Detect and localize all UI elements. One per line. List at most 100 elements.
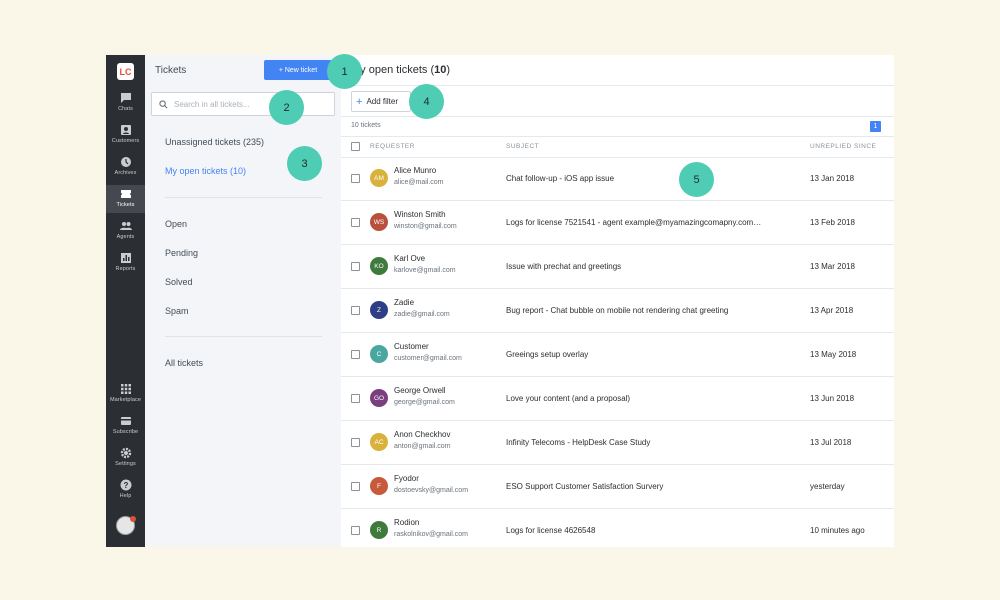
table-row[interactable]: C Customer customer@gmail.com Greeings s… (341, 333, 894, 377)
callout-5: 5 (679, 162, 714, 197)
nav-help[interactable]: ? Help (106, 476, 145, 504)
table-row[interactable]: GO George Orwell george@gmail.com Love y… (341, 377, 894, 421)
row-checkbox[interactable] (351, 218, 360, 227)
search-box[interactable] (151, 92, 335, 116)
select-all-checkbox[interactable] (351, 142, 360, 151)
column-header-requester[interactable]: REQUESTER (370, 143, 415, 150)
nav-tickets-label: Tickets (116, 202, 135, 208)
search-icon (159, 99, 168, 108)
callout-2: 2 (269, 90, 304, 125)
table-row[interactable]: F Fyodor dostoevsky@gmail.com ESO Suppor… (341, 465, 894, 509)
avatar: C (370, 345, 388, 363)
nav-chats-label: Chats (118, 106, 133, 112)
nav-agents[interactable]: Agents (106, 217, 145, 245)
avatar: Z (370, 301, 388, 319)
avatar: WS (370, 213, 388, 231)
requester-email: karlove@gmail.com (394, 267, 456, 274)
callout-4: 4 (409, 84, 444, 119)
nav-settings[interactable]: Settings (106, 444, 145, 472)
status-pending[interactable]: Pending (165, 248, 198, 258)
nav-tickets[interactable]: Tickets (106, 185, 145, 213)
row-checkbox[interactable] (351, 262, 360, 271)
column-header-subject[interactable]: SUBJECT (506, 143, 539, 150)
ticket-subject[interactable]: Bug report - Chat bubble on mobile not r… (506, 306, 786, 315)
ticket-subject[interactable]: Infinity Telecoms - HelpDesk Case Study (506, 438, 786, 447)
add-filter-button[interactable]: + Add filter (351, 91, 411, 112)
subscribe-icon (120, 417, 131, 425)
tickets-icon (120, 190, 131, 198)
avatar: KO (370, 257, 388, 275)
unreplied-since: 13 May 2018 (810, 350, 857, 359)
nav-reports-label: Reports (115, 266, 136, 272)
nav-customers-label: Customers (111, 138, 140, 144)
sidebar-title: Tickets (155, 65, 187, 76)
nav-reports[interactable]: Reports (106, 249, 145, 277)
table-row[interactable]: AM Alice Munro alice@mail.com Chat follo… (341, 157, 894, 201)
table-row[interactable]: AC Anon Checkhov anton@gmail.com Infinit… (341, 421, 894, 465)
table-row[interactable]: WS Winston Smith winston@gmail.com Logs … (341, 201, 894, 245)
livechat-logo[interactable]: LC (117, 63, 134, 80)
row-checkbox[interactable] (351, 482, 360, 491)
page-title-suffix: ) (446, 64, 451, 76)
nav-subscribe[interactable]: Subscribe (106, 412, 145, 440)
ticket-subject[interactable]: Love your content (and a proposal) (506, 394, 786, 403)
requester-email: raskolnikov@gmail.com (394, 531, 469, 538)
row-checkbox[interactable] (351, 174, 360, 183)
requester-email: zadie@gmail.com (394, 311, 450, 318)
ticket-count: 10 tickets (351, 122, 381, 129)
row-checkbox[interactable] (351, 350, 360, 359)
ticket-subject[interactable]: Logs for license 7521541 - agent example… (506, 218, 786, 227)
table-row[interactable]: R Rodion raskolnikov@gmail.com Logs for … (341, 509, 894, 547)
table-row[interactable]: Z Zadie zadie@gmail.com Bug report - Cha… (341, 289, 894, 333)
ticket-subject[interactable]: Issue with prechat and greetings (506, 262, 786, 271)
requester-name: George Orwell (394, 386, 446, 395)
requester-name: Alice Munro (394, 166, 437, 175)
nav-archives[interactable]: Archives (106, 153, 145, 181)
row-checkbox[interactable] (351, 438, 360, 447)
nav-customers[interactable]: Customers (106, 121, 145, 149)
nav-help-label: Help (119, 493, 132, 499)
tickets-sidebar: Tickets + New ticket Unassigned tickets … (145, 55, 341, 547)
ticket-subject[interactable]: Chat follow-up - iOS app issue (506, 174, 786, 183)
page-title-text: My open tickets ( (351, 64, 435, 76)
avatar: F (370, 477, 388, 495)
settings-icon (120, 447, 131, 459)
status-solved[interactable]: Solved (165, 277, 193, 287)
new-ticket-button[interactable]: + New ticket (264, 60, 332, 80)
nav-agents-label: Agents (116, 234, 135, 240)
view-unassigned-tickets[interactable]: Unassigned tickets (235) (165, 137, 264, 147)
column-header-unreplied-since[interactable]: UNREPLIED SINCE (810, 143, 876, 150)
requester-email: george@gmail.com (394, 399, 455, 406)
requester-email: anton@gmail.com (394, 443, 451, 450)
add-filter-label: Add filter (366, 97, 399, 106)
nav-settings-label: Settings (115, 461, 136, 467)
requester-email: customer@gmail.com (394, 355, 462, 362)
row-checkbox[interactable] (351, 394, 360, 403)
app-window: LC Chats Customers Archives Tickets Agen… (106, 55, 894, 547)
view-all-tickets[interactable]: All tickets (165, 358, 203, 368)
row-checkbox[interactable] (351, 526, 360, 535)
page-title-count: 10 (434, 64, 447, 76)
status-open[interactable]: Open (165, 219, 187, 229)
avatar: R (370, 521, 388, 539)
ticket-subject[interactable]: ESO Support Customer Satisfaction Surver… (506, 482, 786, 491)
marketplace-icon (120, 384, 131, 394)
nav-subscribe-label: Subscribe (112, 429, 139, 435)
row-checkbox[interactable] (351, 306, 360, 315)
requester-name: Rodion (394, 518, 420, 527)
help-icon: ? (120, 479, 131, 491)
ticket-subject[interactable]: Greeings setup overlay (506, 350, 786, 359)
unreplied-since: yesterday (810, 482, 845, 491)
status-spam[interactable]: Spam (165, 306, 189, 316)
view-my-open-tickets[interactable]: My open tickets (10) (165, 166, 246, 176)
ticket-subject[interactable]: Logs for license 4626548 (506, 526, 786, 535)
page-badge[interactable]: 1 (870, 121, 881, 132)
unreplied-since: 13 Apr 2018 (810, 306, 854, 315)
ticket-list-panel: My open tickets (10) + Add filter 10 tick… (341, 55, 894, 547)
table-row[interactable]: KO Karl Ove karlove@gmail.com Issue with… (341, 245, 894, 289)
callout-3: 3 (287, 146, 322, 181)
nav-chats[interactable]: Chats (106, 89, 145, 117)
user-avatar[interactable] (116, 516, 136, 535)
nav-marketplace[interactable]: Marketplace (106, 380, 145, 408)
avatar: AC (370, 433, 388, 451)
